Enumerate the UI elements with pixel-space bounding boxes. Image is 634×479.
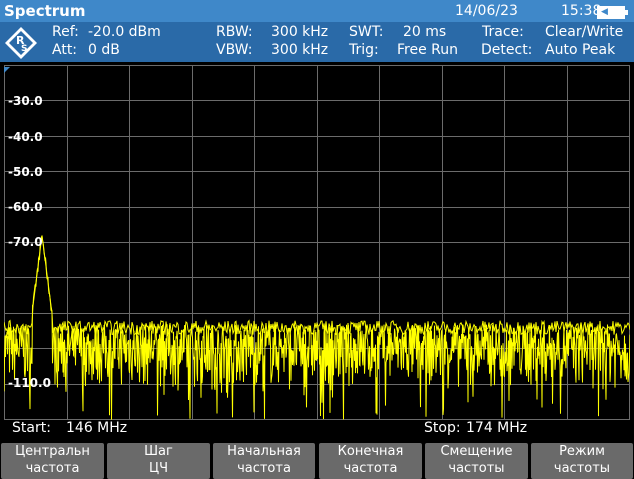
softkey-freq-mode[interactable]: Режим частоты (531, 443, 633, 479)
time-display: 15:38 (561, 3, 602, 19)
stop-value[interactable]: 174 MHz (466, 420, 527, 436)
softkey-line2: частоты (448, 461, 505, 476)
trace-value[interactable]: Clear/Write (545, 24, 623, 40)
att-value[interactable]: 0 dB (88, 42, 120, 58)
swt-value[interactable]: 20 ms (403, 24, 446, 40)
softkey-line2: частота (25, 461, 80, 476)
spectrum-plot[interactable] (4, 65, 630, 420)
softkey-line2: частота (343, 461, 398, 476)
marker-corner-icon (4, 67, 10, 73)
rbw-label: RBW: (216, 24, 253, 40)
softkey-line1: Начальная (227, 444, 301, 459)
mode-title: Spectrum (4, 2, 86, 20)
softkey-center-freq[interactable]: Центральн частота (1, 443, 104, 479)
trace-label: Trace: (482, 24, 524, 40)
title-bar (0, 0, 634, 22)
swt-label: SWT: (349, 24, 384, 40)
softkey-line2: частоты (553, 461, 611, 476)
softkey-line2: ЦЧ (148, 461, 168, 476)
ref-value[interactable]: -20.0 dBm (88, 24, 161, 40)
battery-icon: ◀ (597, 6, 628, 19)
detect-label: Detect: (481, 42, 533, 58)
softkey-line1: Шаг (144, 444, 173, 459)
y-label-3: -50.0 (8, 165, 43, 179)
rs-logo-icon: R S (5, 27, 37, 59)
softkey-line1: Режим (559, 444, 605, 459)
stop-label: Stop: (424, 420, 461, 436)
date-display: 14/06/23 (455, 3, 518, 19)
vbw-label: VBW: (216, 42, 253, 58)
softkey-line1: Смещение (440, 444, 513, 459)
trig-value[interactable]: Free Run (397, 42, 458, 58)
softkey-stop-freq[interactable]: Конечная частота (319, 443, 422, 479)
rbw-value[interactable]: 300 kHz (271, 24, 328, 40)
y-label-2: -40.0 (8, 130, 43, 144)
start-value[interactable]: 146 MHz (66, 420, 127, 436)
svg-text:S: S (21, 44, 27, 54)
softkey-line1: Центральн (15, 444, 90, 459)
y-label-4: -60.0 (8, 200, 43, 214)
att-label: Att: (52, 42, 78, 58)
y-label-5: -70.0 (8, 235, 43, 249)
softkey-line2: частота (237, 461, 291, 476)
softkey-start-freq[interactable]: Начальная частота (213, 443, 315, 479)
softkey-line1: Конечная (337, 444, 404, 459)
ref-label: Ref: (52, 24, 79, 40)
softkey-freq-offset[interactable]: Смещение частоты (425, 443, 528, 479)
detect-value[interactable]: Auto Peak (545, 42, 615, 58)
y-label-7: -110.0 (8, 376, 51, 390)
vbw-value[interactable]: 300 kHz (271, 42, 328, 58)
y-label-1: -30.0 (8, 94, 43, 108)
softkey-cf-step[interactable]: Шаг ЦЧ (107, 443, 210, 479)
start-label: Start: (12, 420, 51, 436)
trig-label: Trig: (349, 42, 379, 58)
